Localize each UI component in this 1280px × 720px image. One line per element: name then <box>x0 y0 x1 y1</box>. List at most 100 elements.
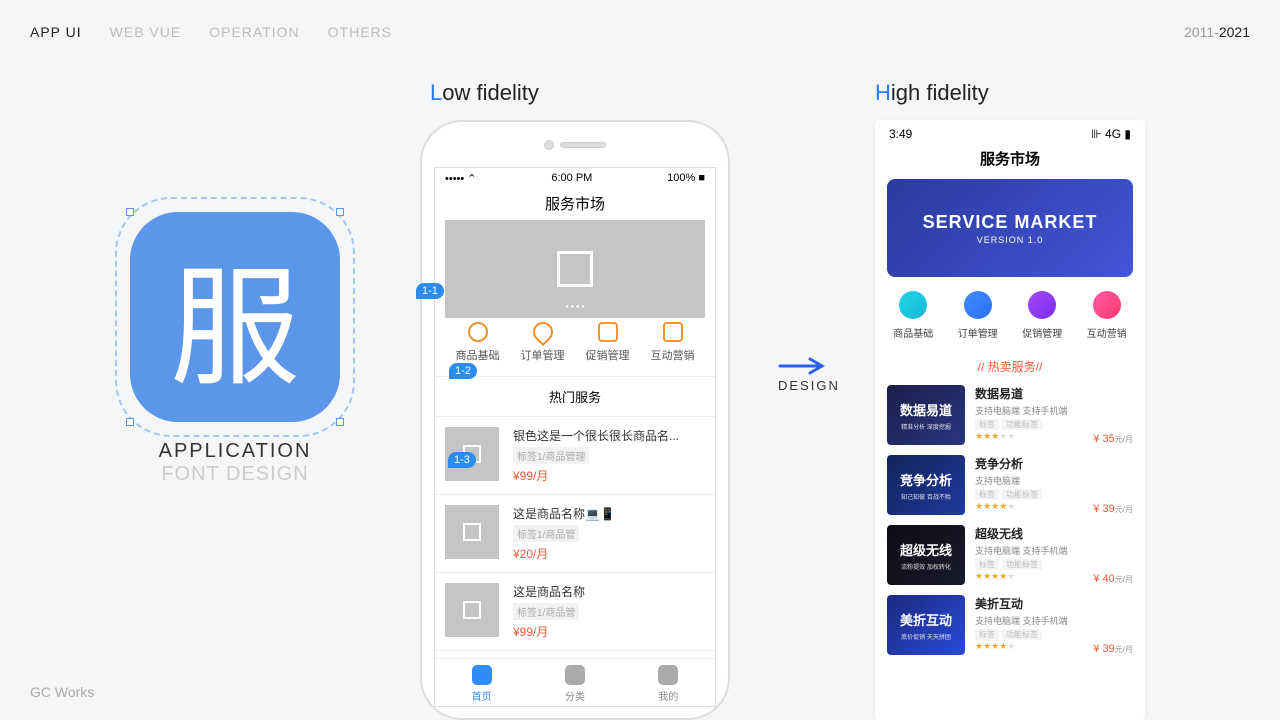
list-item[interactable]: 这是商品名称标签1/商品管 ¥99/月 <box>435 573 715 651</box>
phone-notch <box>422 122 728 167</box>
footer-credit: GC Works <box>30 684 94 700</box>
cat-商品基础[interactable]: 商品基础 <box>445 322 510 364</box>
service-tags: 标签功能标签 <box>975 419 1133 430</box>
service-price: ¥ 35元/月 <box>1093 433 1133 445</box>
gift-icon <box>598 322 618 342</box>
status-bar: 3:49⊪ 4G ▮ <box>875 120 1145 144</box>
image-icon <box>557 251 593 287</box>
design-arrow: DESIGN <box>778 355 840 395</box>
item-price: ¥99/月 <box>513 623 585 640</box>
service-name: 竞争分析 <box>975 455 1133 472</box>
category-row: 商品基础 订单管理 促销管理 互动营销 <box>875 277 1145 352</box>
service-item[interactable]: 竞争分析知己知彼 百战不殆竞争分析支持电脑端标签功能标签★★★★★¥ 39元/月 <box>887 455 1133 515</box>
tab-home[interactable]: 首页 <box>435 659 528 706</box>
service-list: 数据易道精准分析 深度挖掘数据易道支持电脑端 支持手机端标签功能标签★★★★★¥… <box>875 385 1145 655</box>
category-label: 互动营销 <box>1087 329 1127 340</box>
service-price: ¥ 39元/月 <box>1093 643 1133 655</box>
image-icon <box>463 601 481 619</box>
nav-others[interactable]: OTHERS <box>328 24 392 40</box>
service-support: 支持电脑端 <box>975 474 1133 487</box>
service-item[interactable]: 超级无线流粉提效 加权转化超级无线支持电脑端 支持手机端标签功能标签★★★★★¥… <box>887 525 1133 585</box>
user-icon <box>658 665 678 685</box>
service-price: ¥ 40元/月 <box>1093 573 1133 585</box>
marker-1-3: 1-3 <box>448 452 476 468</box>
nav-operation[interactable]: OPERATION <box>209 24 299 40</box>
item-price: ¥20/月 <box>513 545 615 562</box>
service-tags: 标签功能标签 <box>975 559 1133 570</box>
hero-banner[interactable]: SERVICE MARKET VERSION 1.0 <box>887 179 1133 277</box>
marker-1-2: 1-2 <box>449 363 477 379</box>
pin-icon <box>528 318 556 346</box>
top-nav: APP UI WEB VUE OPERATION OTHERS <box>30 24 392 40</box>
service-name: 数据易道 <box>975 385 1133 402</box>
product-list: 银色这是一个很长很长商品名...标签1/商品管理¥99/月这是商品名称💻📱标签1… <box>435 417 715 651</box>
service-thumb: 数据易道精准分析 深度挖掘 <box>887 385 965 445</box>
lofi-screen: ••••• ⌃6:00 PM100% ■ 服务市场 ● ● ● ● 商品基础 订… <box>434 167 716 707</box>
handle-icon <box>126 208 134 216</box>
page-title: 服务市场 <box>435 189 715 220</box>
cat-商品基础[interactable]: 商品基础 <box>881 291 946 342</box>
service-support: 支持电脑端 支持手机端 <box>975 544 1133 557</box>
cat-订单管理[interactable]: 订单管理 <box>510 322 575 364</box>
item-name: 这是商品名称💻📱 <box>513 505 615 522</box>
lofi-phone: ••••• ⌃6:00 PM100% ■ 服务市场 ● ● ● ● 商品基础 订… <box>420 120 730 720</box>
service-item[interactable]: 美折互动底价促销 天天拼团美折互动支持电脑端 支持手机端标签功能标签★★★★★¥… <box>887 595 1133 655</box>
thumb-placeholder <box>445 583 499 637</box>
handle-icon <box>336 418 344 426</box>
service-support: 支持电脑端 支持手机端 <box>975 614 1133 627</box>
status-bar: ••••• ⌃6:00 PM100% ■ <box>435 168 715 189</box>
page-title: 服务市场 <box>875 144 1145 179</box>
service-item[interactable]: 数据易道精准分析 深度挖掘数据易道支持电脑端 支持手机端标签功能标签★★★★★¥… <box>887 385 1133 445</box>
category-label: 商品基础 <box>893 329 933 340</box>
section-title: 热卖服务 <box>875 352 1145 385</box>
service-thumb: 美折互动底价促销 天天拼团 <box>887 595 965 655</box>
category-icon <box>899 291 927 319</box>
handle-icon <box>336 208 344 216</box>
low-fidelity-title: Low fidelity <box>430 80 539 106</box>
grid-icon <box>565 665 585 685</box>
item-name: 银色这是一个很长很长商品名... <box>513 427 679 444</box>
chat-icon <box>468 322 488 342</box>
service-support: 支持电脑端 支持手机端 <box>975 404 1133 417</box>
home-icon <box>472 665 492 685</box>
service-tags: 标签功能标签 <box>975 629 1133 640</box>
tab-mine[interactable]: 我的 <box>622 659 715 706</box>
tab-category[interactable]: 分类 <box>528 659 621 706</box>
category-icon <box>964 291 992 319</box>
nav-app-ui[interactable]: APP UI <box>30 24 82 40</box>
item-tag: 标签1/商品管 <box>513 603 579 620</box>
calendar-icon <box>663 322 683 342</box>
item-name: 这是商品名称 <box>513 583 585 600</box>
category-icon <box>1093 291 1121 319</box>
service-name: 美折互动 <box>975 595 1133 612</box>
thumb-placeholder <box>445 505 499 559</box>
icon-guides <box>115 197 355 437</box>
category-icon <box>1028 291 1056 319</box>
hifi-screen: 3:49⊪ 4G ▮ 服务市场 SERVICE MARKET VERSION 1… <box>875 120 1145 720</box>
item-price: ¥99/月 <box>513 467 679 484</box>
high-fidelity-title: High fidelity <box>875 80 989 106</box>
nav-web-vue[interactable]: WEB VUE <box>110 24 182 40</box>
cat-促销管理[interactable]: 促销管理 <box>1010 291 1075 342</box>
tab-bar: 首页 分类 我的 <box>435 658 715 706</box>
item-tag: 标签1/商品管理 <box>513 447 589 464</box>
app-icon: 服 <box>130 212 340 422</box>
list-item[interactable]: 银色这是一个很长很长商品名... 标签1/商品管理 ¥99/月 <box>435 417 715 495</box>
category-label: 促销管理 <box>1022 329 1062 340</box>
service-name: 超级无线 <box>975 525 1133 542</box>
category-label: 订单管理 <box>958 329 998 340</box>
cat-互动营销[interactable]: 互动营销 <box>1075 291 1140 342</box>
app-icon-label: APPLICATION FONT DESIGN <box>130 440 340 486</box>
cat-促销管理[interactable]: 促销管理 <box>575 322 640 364</box>
cat-互动营销[interactable]: 互动营销 <box>640 322 705 364</box>
image-icon <box>463 523 481 541</box>
service-price: ¥ 39元/月 <box>1093 503 1133 515</box>
section-title: 热门服务 <box>435 377 715 417</box>
list-item[interactable]: 这是商品名称💻📱标签1/商品管¥20/月 <box>435 495 715 573</box>
cat-订单管理[interactable]: 订单管理 <box>946 291 1011 342</box>
service-thumb: 超级无线流粉提效 加权转化 <box>887 525 965 585</box>
year-range: 2011-2021 <box>1184 24 1250 40</box>
service-tags: 标签功能标签 <box>975 489 1133 500</box>
handle-icon <box>126 418 134 426</box>
category-row: 商品基础 订单管理 促销管理 互动营销 <box>435 310 715 377</box>
